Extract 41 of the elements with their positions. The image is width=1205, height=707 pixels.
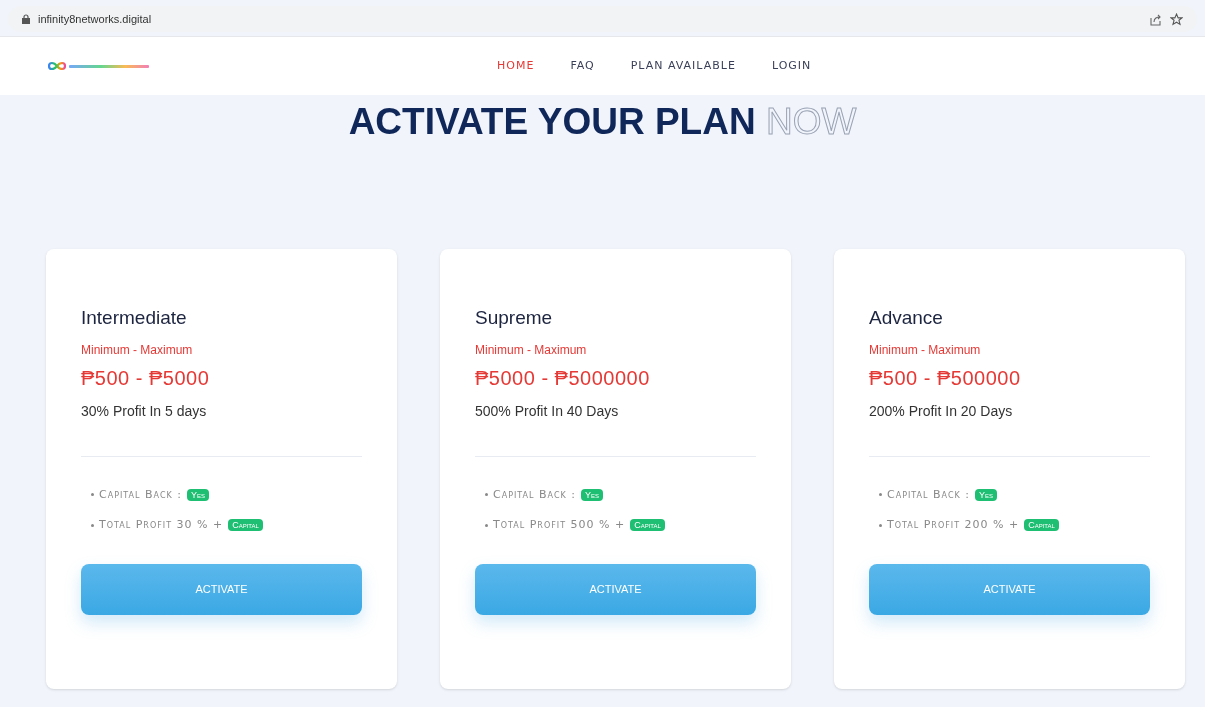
nav-link[interactable]: PLAN AVAILABLE (630, 57, 736, 75)
profit-text: 500% Profit In 40 Days (475, 401, 620, 421)
bullet-icon (91, 523, 94, 527)
profit-text: 200% Profit In 20 Days (869, 401, 1014, 421)
price-range: ₱500 - ₱500000 (869, 365, 1022, 391)
plan-name: Intermediate (81, 306, 188, 330)
share-icon[interactable] (1149, 12, 1162, 26)
bullet-icon (879, 523, 882, 527)
nav-link[interactable]: FAQ (570, 57, 595, 75)
bullet-icon (485, 493, 488, 497)
bullet-icon (485, 523, 488, 527)
profit-text: 30% Profit In 5 days (81, 401, 208, 421)
address-bar[interactable]: infinity8networks.digital (8, 6, 1197, 32)
page-heading: ACTIVATE YOUR PLAN NOW (348, 103, 857, 140)
price-range: ₱500 - ₱5000 (81, 365, 211, 391)
bullet-icon (879, 493, 882, 497)
feature-text: Capital Back : (887, 486, 970, 503)
feature-text: Capital Back : (493, 486, 576, 503)
feature-badge: Yes (186, 488, 209, 501)
feature-text: Capital Back : (99, 486, 182, 503)
range-label: Minimum - Maximum (475, 341, 588, 359)
plan-name: Advance (869, 306, 944, 330)
lock-icon (22, 14, 30, 24)
feature-badge: Yes (974, 488, 997, 501)
feature-badge: Capital (630, 519, 665, 532)
star-icon[interactable] (1170, 12, 1183, 26)
feature-text: Total Profit 200 % + (887, 517, 1020, 533)
bullet-icon (91, 493, 94, 497)
feature-badge: Yes (580, 488, 603, 501)
price-range: ₱5000 - ₱5000000 (475, 365, 651, 391)
range-label: Minimum - Maximum (869, 341, 982, 359)
nav-link[interactable]: HOME (497, 57, 535, 75)
logo-icon (48, 59, 150, 73)
nav-link[interactable]: LOGIN (771, 57, 812, 75)
feature-badge: Capital (1024, 519, 1059, 532)
plan-name: Supreme (475, 306, 554, 330)
feature-text: Total Profit 500 % + (493, 517, 626, 533)
feature-badge: Capital (228, 519, 263, 532)
url-text: infinity8networks.digital (38, 11, 152, 27)
feature-text: Total Profit 30 % + (99, 517, 224, 533)
range-label: Minimum - Maximum (81, 341, 194, 359)
